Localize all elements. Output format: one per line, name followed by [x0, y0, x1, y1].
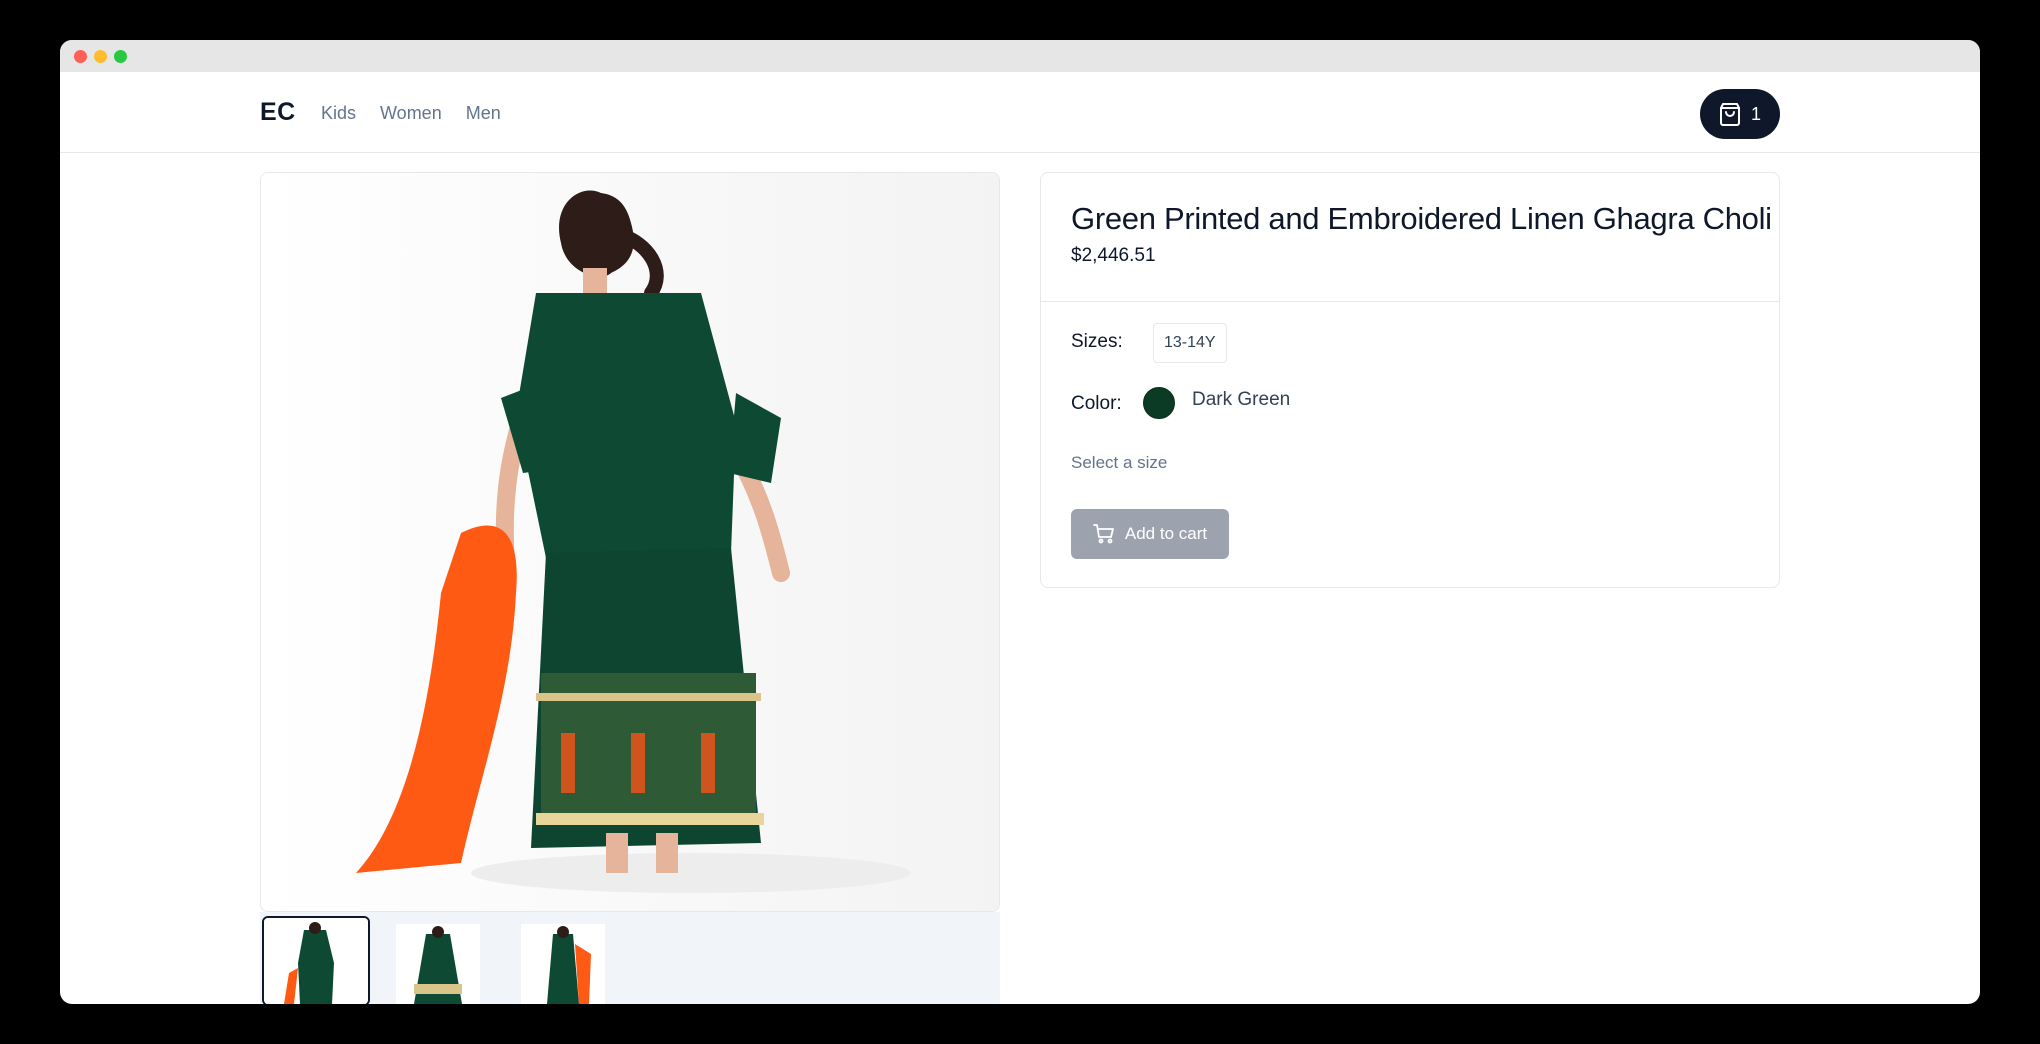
- thumbnail-image: [396, 924, 480, 1004]
- color-label: Color:: [1071, 393, 1122, 414]
- divider: [1041, 301, 1779, 302]
- site-logo[interactable]: EC: [260, 98, 296, 127]
- shopping-bag-icon: [1719, 103, 1740, 126]
- add-to-cart-label: Add to cart: [1124, 524, 1208, 543]
- add-to-cart-button[interactable]: Add to cart: [1071, 509, 1229, 559]
- cart-icon: [1092, 524, 1114, 544]
- cart-button[interactable]: 1: [1700, 89, 1780, 139]
- minimize-window-button[interactable]: [94, 50, 107, 63]
- nav-link-kids[interactable]: Kids: [321, 103, 356, 124]
- color-swatch[interactable]: [1143, 387, 1175, 419]
- cart-count: 1: [1750, 103, 1761, 124]
- site-header: EC Kids Women Men 1: [60, 72, 1980, 153]
- thumbnail-1[interactable]: [262, 916, 370, 1004]
- product-details-card: Green Printed and Embroidered Linen Ghag…: [1040, 172, 1780, 588]
- select-size-hint: Select a size: [1071, 453, 1168, 472]
- product-title: Green Printed and Embroidered Linen Ghag…: [1071, 201, 1772, 236]
- color-name: Dark Green: [1192, 389, 1291, 410]
- size-option-13-14y[interactable]: 13-14Y: [1153, 323, 1227, 363]
- thumbnail-image: [264, 918, 368, 1004]
- product-gallery: [260, 172, 1000, 1004]
- thumbnail-2[interactable]: [396, 924, 480, 1004]
- browser-window: EC Kids Women Men 1 Green Printed and Em…: [60, 40, 1980, 1004]
- title-bar: [60, 40, 1980, 72]
- close-window-button[interactable]: [74, 50, 87, 63]
- product-photo: [261, 173, 999, 911]
- thumbnail-strip: [260, 912, 1000, 1004]
- thumbnail-3[interactable]: [521, 924, 605, 1004]
- main-nav: Kids Women Men: [321, 103, 501, 124]
- nav-link-women[interactable]: Women: [380, 103, 442, 124]
- sizes-label: Sizes:: [1071, 331, 1123, 352]
- zoom-window-button[interactable]: [114, 50, 127, 63]
- nav-link-men[interactable]: Men: [466, 103, 501, 124]
- product-price: $2,446.51: [1071, 245, 1156, 266]
- product-main-image: [260, 172, 1000, 912]
- thumbnail-image: [521, 924, 605, 1004]
